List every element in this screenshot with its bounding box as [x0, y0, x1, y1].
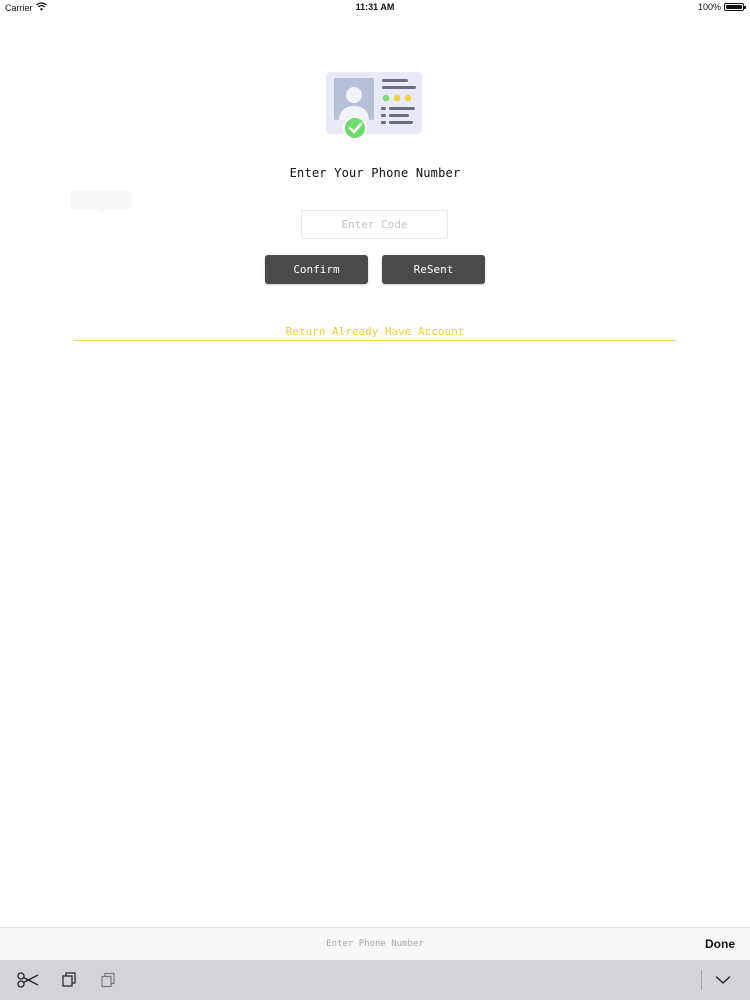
return-link-underline	[74, 340, 676, 341]
done-button[interactable]: Done	[705, 928, 735, 960]
return-account-link[interactable]: Return Already Have Account	[0, 325, 750, 338]
id-card-illustration	[326, 70, 424, 142]
battery-icon	[724, 3, 746, 11]
toolbar-divider	[701, 970, 702, 990]
resent-button[interactable]: ReSent	[382, 255, 485, 284]
status-right: 100%	[697, 2, 746, 12]
keyboard-shortcut-bar	[0, 960, 750, 1000]
input-accessory-bar: Enter Phone Number Done	[0, 927, 750, 960]
status-time: 11:31 AM	[355, 2, 395, 12]
code-input[interactable]	[301, 210, 448, 239]
phone-number-field[interactable]: Enter Phone Number	[0, 928, 750, 960]
status-bar: Carrier 11:31 AM 100%	[0, 0, 750, 16]
battery-fill	[726, 5, 742, 9]
copy-icon[interactable]	[58, 970, 80, 990]
scissors-icon[interactable]	[17, 970, 39, 990]
confirm-button[interactable]: Confirm	[265, 255, 368, 284]
popover-bubble	[72, 192, 130, 213]
chevron-down-icon[interactable]	[712, 970, 734, 990]
battery-percent: 100%	[697, 2, 721, 12]
page-title: Enter Your Phone Number	[289, 166, 461, 180]
paste-icon[interactable]	[97, 970, 119, 990]
